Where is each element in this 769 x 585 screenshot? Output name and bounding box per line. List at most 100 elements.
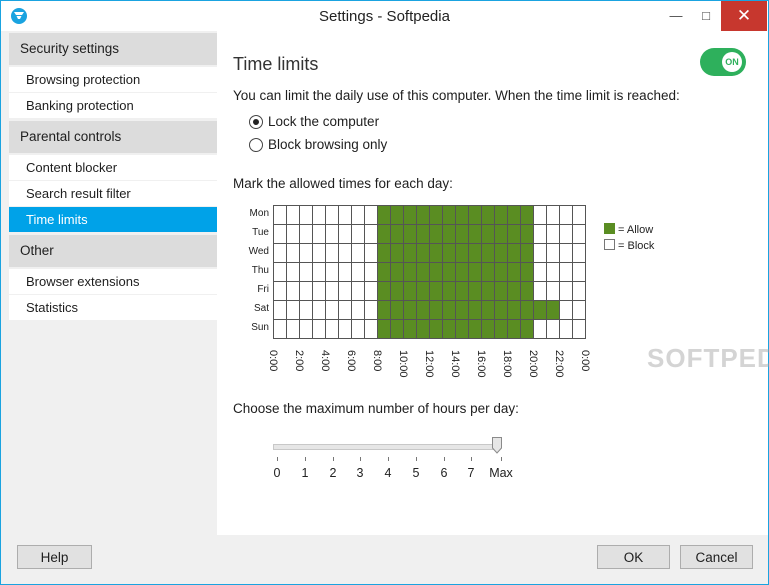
schedule-cell[interactable] <box>312 243 326 263</box>
schedule-cell[interactable] <box>572 281 586 301</box>
schedule-cell[interactable] <box>273 243 287 263</box>
schedule-cell[interactable] <box>559 319 573 339</box>
schedule-cell[interactable] <box>520 205 534 225</box>
schedule-cell[interactable] <box>429 262 443 282</box>
radio-button[interactable] <box>249 115 263 129</box>
schedule-cell[interactable] <box>312 262 326 282</box>
sidebar-item-banking-protection[interactable]: Banking protection <box>9 93 217 118</box>
schedule-cell[interactable] <box>481 300 495 320</box>
sidebar-item-browsing-protection[interactable]: Browsing protection <box>9 67 217 92</box>
schedule-cell[interactable] <box>325 205 339 225</box>
schedule-cell[interactable] <box>533 300 547 320</box>
schedule-cell[interactable] <box>546 319 560 339</box>
schedule-cell[interactable] <box>286 300 300 320</box>
schedule-cell[interactable] <box>494 205 508 225</box>
schedule-cell[interactable] <box>416 224 430 244</box>
schedule-cell[interactable] <box>273 281 287 301</box>
schedule-cell[interactable] <box>351 205 365 225</box>
schedule-cell[interactable] <box>533 224 547 244</box>
schedule-cell[interactable] <box>286 262 300 282</box>
sidebar-item-browser-extensions[interactable]: Browser extensions <box>9 269 217 294</box>
schedule-cell[interactable] <box>429 300 443 320</box>
schedule-cell[interactable] <box>481 224 495 244</box>
schedule-cell[interactable] <box>546 281 560 301</box>
schedule-cell[interactable] <box>572 224 586 244</box>
schedule-cell[interactable] <box>338 281 352 301</box>
schedule-cell[interactable] <box>299 300 313 320</box>
schedule-cell[interactable] <box>312 224 326 244</box>
schedule-cell[interactable] <box>312 281 326 301</box>
schedule-cell[interactable] <box>481 319 495 339</box>
schedule-cell[interactable] <box>364 243 378 263</box>
schedule-cell[interactable] <box>429 224 443 244</box>
schedule-cell[interactable] <box>286 224 300 244</box>
schedule-cell[interactable] <box>377 300 391 320</box>
schedule-cell[interactable] <box>286 281 300 301</box>
section-security-settings[interactable]: Security settings <box>9 33 217 65</box>
schedule-cell[interactable] <box>559 224 573 244</box>
schedule-cell[interactable] <box>520 243 534 263</box>
sidebar-item-time-limits[interactable]: Time limits <box>9 207 217 232</box>
schedule-cell[interactable] <box>299 262 313 282</box>
schedule-cell[interactable] <box>494 243 508 263</box>
help-button[interactable]: Help <box>17 545 92 569</box>
schedule-cell[interactable] <box>390 319 404 339</box>
schedule-cell[interactable] <box>507 300 521 320</box>
schedule-cell[interactable] <box>520 300 534 320</box>
schedule-cell[interactable] <box>520 319 534 339</box>
schedule-cell[interactable] <box>390 281 404 301</box>
schedule-cell[interactable] <box>455 243 469 263</box>
schedule-cell[interactable] <box>325 319 339 339</box>
schedule-cell[interactable] <box>546 262 560 282</box>
schedule-cell[interactable] <box>533 262 547 282</box>
sidebar-item-content-blocker[interactable]: Content blocker <box>9 155 217 180</box>
schedule-cell[interactable] <box>455 205 469 225</box>
schedule-cell[interactable] <box>338 300 352 320</box>
schedule-cell[interactable] <box>572 300 586 320</box>
schedule-cell[interactable] <box>442 205 456 225</box>
ok-button[interactable]: OK <box>597 545 670 569</box>
schedule-cell[interactable] <box>494 224 508 244</box>
schedule-cell[interactable] <box>403 243 417 263</box>
schedule-cell[interactable] <box>442 319 456 339</box>
schedule-cell[interactable] <box>507 281 521 301</box>
schedule-cell[interactable] <box>533 319 547 339</box>
schedule-cell[interactable] <box>546 205 560 225</box>
schedule-cell[interactable] <box>481 205 495 225</box>
schedule-cell[interactable] <box>390 243 404 263</box>
section-parental-controls[interactable]: Parental controls <box>9 121 217 153</box>
schedule-cell[interactable] <box>494 300 508 320</box>
schedule-cell[interactable] <box>416 205 430 225</box>
schedule-cell[interactable] <box>572 262 586 282</box>
schedule-cell[interactable] <box>572 205 586 225</box>
schedule-cell[interactable] <box>481 262 495 282</box>
schedule-cell[interactable] <box>299 319 313 339</box>
schedule-cell[interactable] <box>520 224 534 244</box>
sidebar-item-search-result-filter[interactable]: Search result filter <box>9 181 217 206</box>
hours-slider-track[interactable] <box>273 444 499 450</box>
schedule-cell[interactable] <box>312 205 326 225</box>
schedule-cell[interactable] <box>481 243 495 263</box>
schedule-cell[interactable] <box>546 300 560 320</box>
schedule-cell[interactable] <box>455 319 469 339</box>
schedule-cell[interactable] <box>559 281 573 301</box>
schedule-cell[interactable] <box>338 262 352 282</box>
schedule-cell[interactable] <box>403 262 417 282</box>
schedule-cell[interactable] <box>351 262 365 282</box>
schedule-cell[interactable] <box>507 262 521 282</box>
schedule-cell[interactable] <box>377 281 391 301</box>
schedule-cell[interactable] <box>312 319 326 339</box>
schedule-cell[interactable] <box>468 300 482 320</box>
schedule-cell[interactable] <box>494 281 508 301</box>
schedule-cell[interactable] <box>364 262 378 282</box>
schedule-cell[interactable] <box>572 319 586 339</box>
schedule-cell[interactable] <box>286 319 300 339</box>
cancel-button[interactable]: Cancel <box>680 545 753 569</box>
schedule-cell[interactable] <box>286 243 300 263</box>
schedule-cell[interactable] <box>468 319 482 339</box>
schedule-cell[interactable] <box>520 262 534 282</box>
schedule-cell[interactable] <box>403 300 417 320</box>
schedule-cell[interactable] <box>494 319 508 339</box>
schedule-cell[interactable] <box>351 224 365 244</box>
schedule-cell[interactable] <box>442 243 456 263</box>
